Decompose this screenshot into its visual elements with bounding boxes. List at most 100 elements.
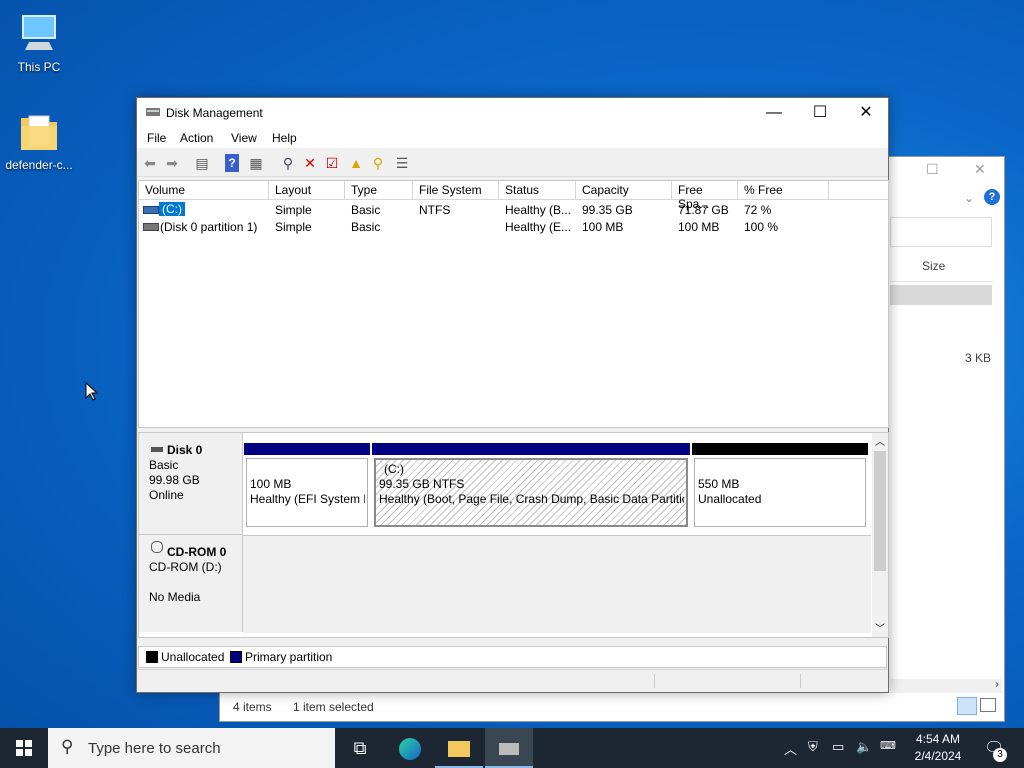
list-view-icon[interactable]: ☰ [393, 154, 411, 172]
file-explorer-icon[interactable] [435, 728, 483, 768]
cell-percent-free: 100 % [744, 220, 779, 234]
menu-help[interactable]: Help [272, 131, 297, 145]
cell-file-system: NTFS [419, 203, 451, 217]
volume-list[interactable]: Volume Layout Type File System Status Ca… [138, 180, 889, 428]
selected-file-row[interactable] [890, 285, 992, 305]
selection-count: 1 item selected [293, 700, 374, 714]
column-header-capacity[interactable]: Capacity [576, 181, 672, 200]
column-header-file-system[interactable]: File System [413, 181, 499, 200]
back-icon[interactable]: ⬅ [141, 154, 159, 172]
legend-label-primary: Primary partition [245, 650, 333, 664]
table-row[interactable]: (Disk 0 partition 1) Simple Basic Health… [139, 218, 888, 235]
large-icons-view-icon[interactable] [980, 698, 996, 712]
connect-icon[interactable]: ⚲ [279, 154, 297, 172]
column-header-percent-free[interactable]: % Free [738, 181, 829, 200]
partition-unallocated[interactable]: 550 MB Unallocated [692, 443, 868, 529]
mouse-cursor-icon [85, 382, 99, 401]
minimize-button[interactable]: — [751, 98, 797, 128]
disk-management-window[interactable]: Disk Management — ☐ ✕ File Action View H… [136, 97, 889, 693]
scroll-up-icon[interactable]: ︿ [875, 433, 885, 448]
disk-0-partitions: 100 MB Healthy (EFI System P (C:) 99.35 … [244, 443, 868, 529]
title-bar[interactable]: Disk Management — ☐ ✕ [137, 98, 888, 128]
maximize-button[interactable]: ☐ [797, 98, 843, 128]
cdrom-0-area [243, 535, 871, 633]
column-header-layout[interactable]: Layout [269, 181, 345, 200]
menu-view[interactable]: View [231, 131, 257, 145]
scroll-thumb[interactable] [874, 451, 886, 571]
check-icon[interactable]: ☑ [323, 154, 341, 172]
column-header-filler [829, 181, 888, 200]
disk-0-state: Online [149, 488, 184, 502]
column-header-free-space[interactable]: Free Spa... [672, 181, 738, 211]
explorer-status-bar: 4 items 1 item selected [220, 692, 1004, 721]
disk-management-task-icon[interactable] [485, 728, 533, 768]
close-button[interactable]: ✕ [843, 98, 889, 128]
search-folder-icon[interactable]: ⚲ [369, 154, 387, 172]
column-header-volume[interactable]: Volume [139, 181, 269, 200]
scroll-right-icon[interactable]: › [995, 677, 999, 691]
menu-action[interactable]: Action [180, 131, 213, 145]
volume-icon[interactable]: 🔈 [856, 739, 872, 755]
window-title: Disk Management [166, 106, 263, 120]
show-hidden-icons-icon[interactable]: ︿ [784, 739, 797, 758]
desktop-icon-label: This PC [17, 60, 61, 74]
folder-up-icon[interactable]: ▲ [347, 154, 365, 172]
status-divider [654, 674, 655, 688]
menu-file[interactable]: File [147, 131, 166, 145]
cell-volume: (C:) [159, 202, 185, 216]
desktop-icon-defender[interactable]: defender-c... [1, 108, 77, 172]
column-header-type[interactable]: Type [345, 181, 413, 200]
chevron-down-icon[interactable]: ⌄ [964, 191, 974, 205]
help-icon[interactable]: ? [984, 189, 1000, 205]
column-header-size[interactable]: Size [890, 253, 994, 282]
security-icon[interactable]: ⛨ [808, 739, 818, 755]
start-button[interactable] [0, 728, 48, 768]
disk-0-name: Disk 0 [167, 443, 203, 457]
cell-capacity: 100 MB [582, 220, 624, 234]
disk-graphical-view[interactable]: Disk 0 Basic 99.98 GB Online 100 MB Heal… [138, 432, 889, 638]
partition-c[interactable]: (C:) 99.35 GB NTFS Healthy (Boot, Page F… [372, 443, 690, 529]
legend-swatch-unallocated [146, 651, 158, 663]
properties-icon[interactable]: ▦ [247, 154, 265, 172]
disk-view-scrollbar[interactable]: ︿ ﹀ [872, 433, 888, 637]
partition-size: 100 MB [250, 477, 292, 491]
desktop-icon-this-pc[interactable]: This PC [1, 10, 77, 74]
partition-efi[interactable]: 100 MB Healthy (EFI System P [244, 443, 370, 529]
task-view-icon[interactable]: ⧉ [336, 728, 384, 768]
cdrom-0-label[interactable]: CD-ROM 0 CD-ROM (D:) No Media [139, 535, 243, 632]
desktop-icon-label: defender-c... [5, 158, 73, 172]
scroll-down-icon[interactable]: ﹀ [875, 620, 885, 635]
show-hide-tree-icon[interactable]: ▤ [193, 154, 211, 172]
partition-size: 99.35 GB NTFS [379, 477, 465, 491]
search-input[interactable] [890, 217, 992, 247]
column-header-status[interactable]: Status [499, 181, 576, 200]
keyboard-icon[interactable]: ⌨ [880, 739, 896, 752]
search-icon: ⚲ [61, 737, 74, 756]
delete-icon[interactable]: ✕ [301, 154, 319, 172]
cell-status: Healthy (E... [505, 220, 572, 234]
item-count: 4 items [233, 700, 272, 714]
disk-0-label[interactable]: Disk 0 Basic 99.98 GB Online [139, 433, 243, 535]
clock[interactable]: 4:54 AM 2/4/2024 [905, 731, 971, 765]
folder-icon [15, 108, 63, 156]
forward-icon[interactable]: ➡ [163, 154, 181, 172]
maximize-icon[interactable]: ☐ [926, 161, 939, 178]
cell-capacity: 99.35 GB [582, 203, 633, 217]
cell-layout: Simple [275, 203, 312, 217]
taskbar-search[interactable]: ⚲ Type here to search [48, 728, 335, 768]
cdrom-icon [151, 541, 163, 553]
close-icon[interactable]: ✕ [974, 161, 986, 178]
partition-status: Healthy (EFI System P [250, 492, 365, 506]
help-icon[interactable]: ? [225, 154, 239, 172]
notification-count: 3 [993, 748, 1007, 762]
search-placeholder: Type here to search [88, 740, 221, 757]
horizontal-scrollbar[interactable]: › [890, 677, 1002, 693]
table-row[interactable]: (C:) Simple Basic NTFS Healthy (B... 99.… [139, 201, 888, 218]
toolbar: ⬅ ➡ ▤ ? ▦ ⚲ ✕ ☑ ▲ ⚲ ☰ [137, 150, 888, 177]
details-view-icon[interactable] [957, 697, 977, 715]
edge-icon[interactable] [386, 728, 434, 768]
cdrom-0-type: CD-ROM (D:) [149, 560, 222, 574]
menu-bar: File Action View Help [137, 128, 888, 148]
network-icon[interactable]: ▭ [832, 739, 844, 755]
cell-type: Basic [351, 203, 381, 217]
